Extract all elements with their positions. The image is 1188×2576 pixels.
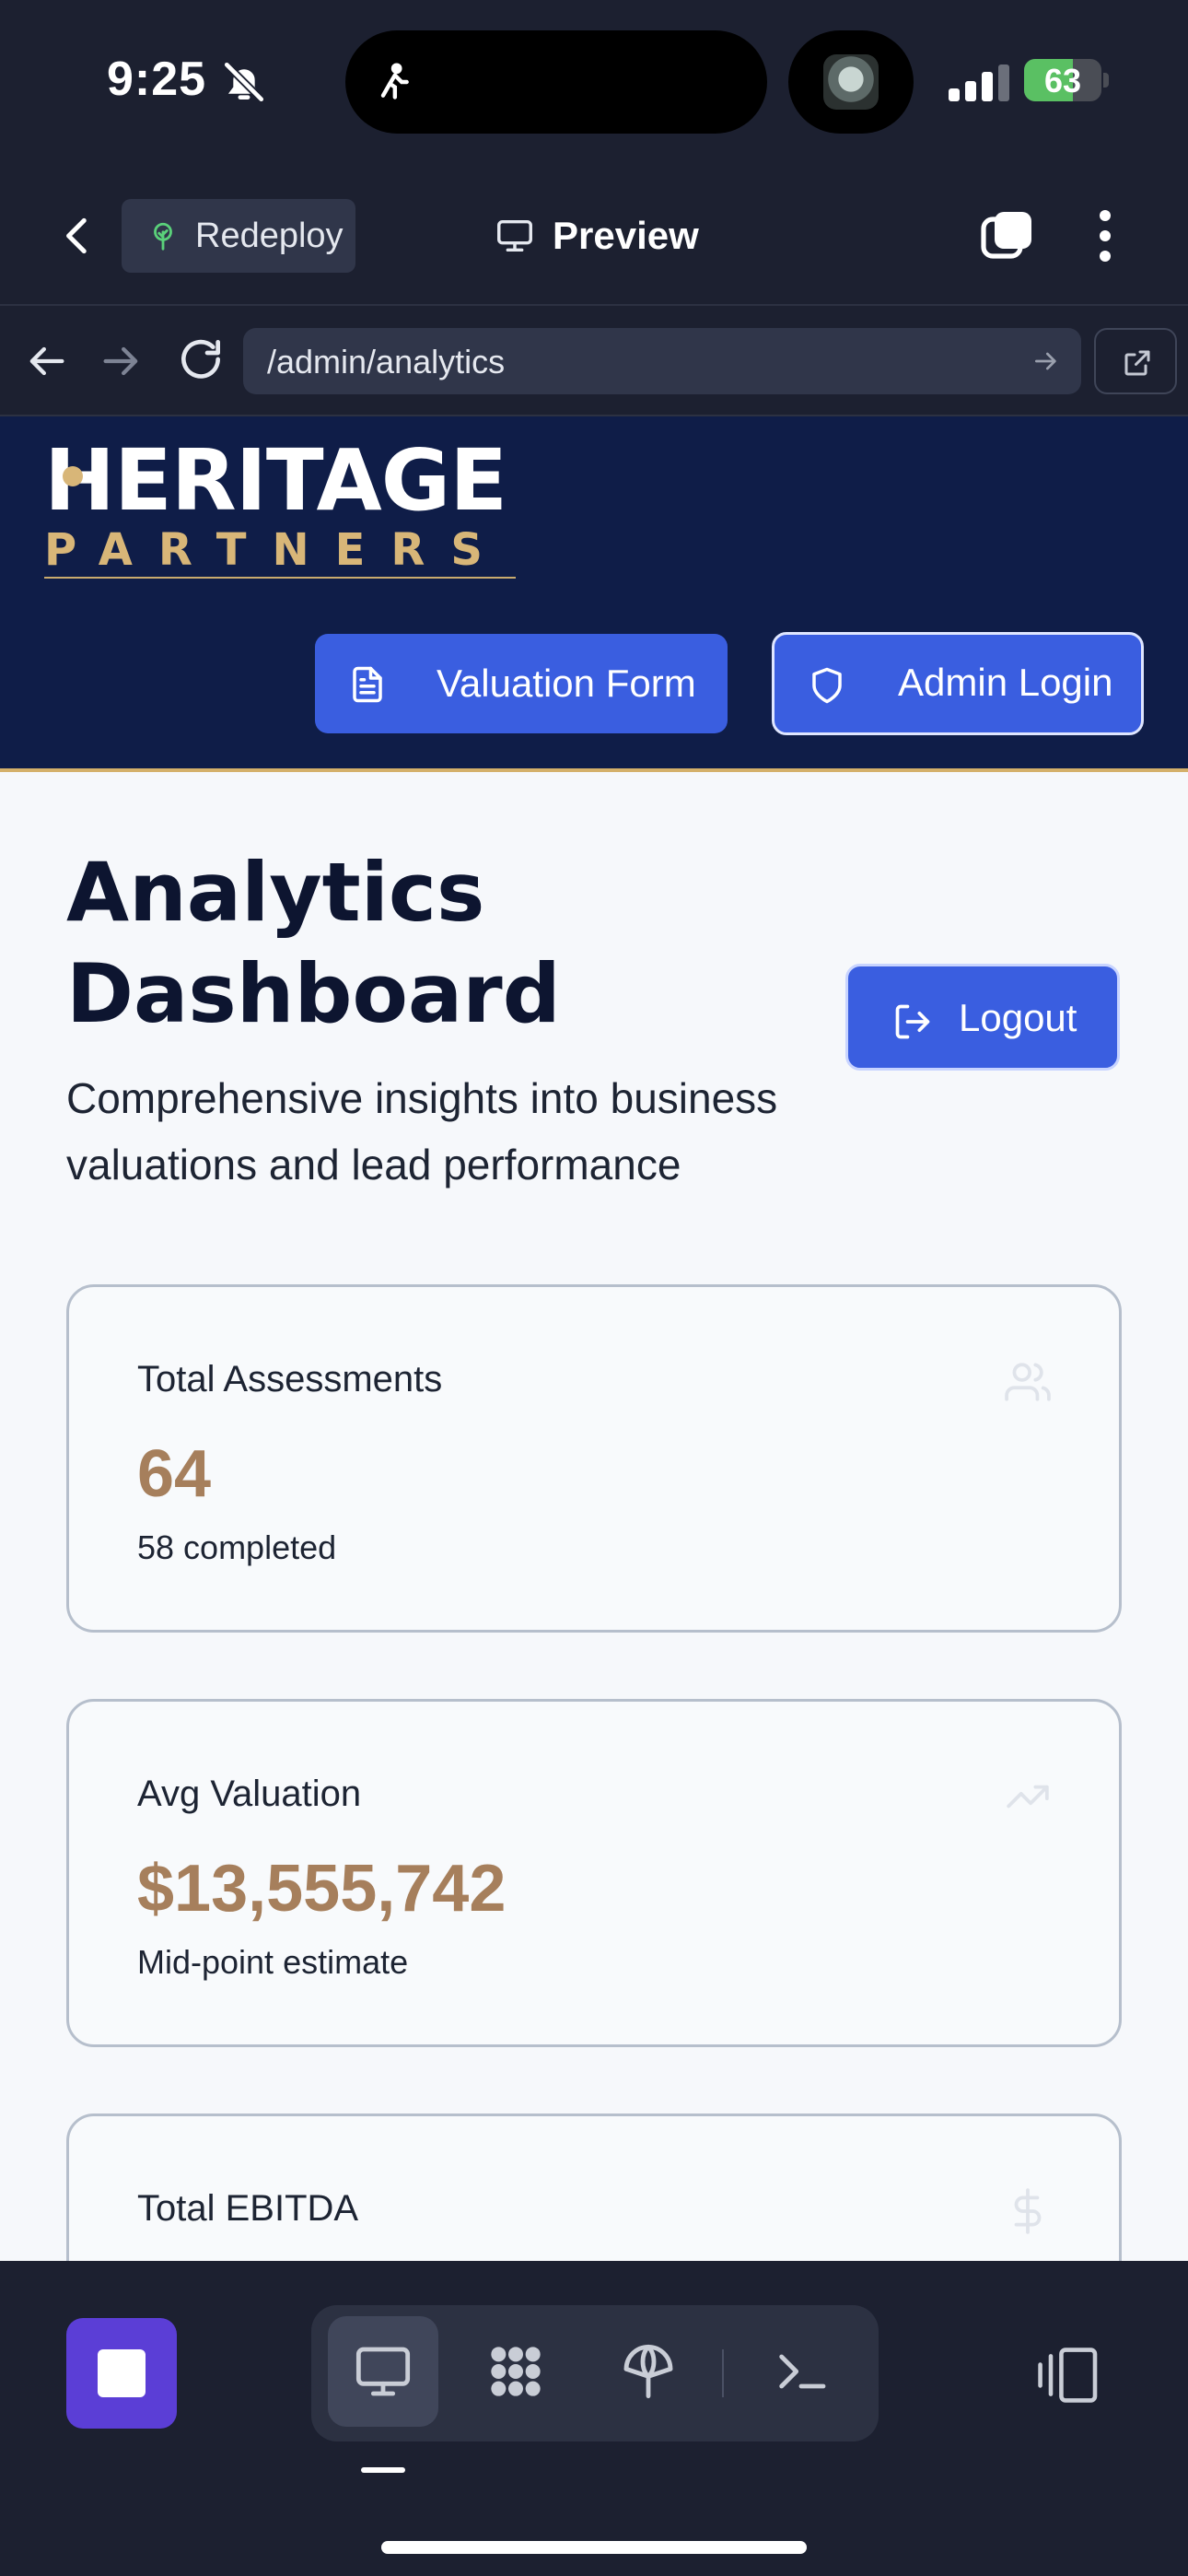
battery-icon: 63 [1024,59,1109,101]
reload-icon[interactable] [175,334,227,385]
url-bar: /admin/analytics [0,306,1188,416]
bottom-toolbar [0,2261,1188,2576]
tree-icon [154,222,172,251]
logout-label: Logout [959,996,1077,1039]
card-subtext: 58 completed [137,1528,337,1566]
network-icon [623,2344,673,2399]
stop-button[interactable] [66,2318,177,2429]
status-bar: 9:25 63 [0,0,1188,166]
url-text: /admin/analytics [267,343,506,381]
monitor-icon [497,219,532,252]
admin-login-label: Admin Login [898,661,1113,704]
battery-tip [1103,73,1109,88]
heritage-partners-logo[interactable]: HERITAGE PARTNERS [44,431,516,579]
card-label: Total Assessments [137,1359,443,1399]
card-label: Avg Valuation [137,1774,362,1814]
users-icon [1005,1363,1051,1401]
dollar-icon [1014,2188,1042,2234]
tool-preview[interactable] [328,2316,438,2427]
stat-card-total-assessments: Total Assessments 64 58 completed [66,1284,1122,1633]
logout-button[interactable]: Logout [845,964,1120,1071]
status-time: 9:25 [107,53,207,106]
tool-terminal[interactable] [746,2316,856,2427]
more-vertical-icon[interactable] [1089,206,1122,265]
arrow-right-icon[interactable] [98,337,146,385]
shield-icon [812,667,842,704]
admin-login-button[interactable]: Admin Login [772,632,1144,735]
walking-icon [380,63,409,100]
stat-card-avg-valuation: Avg Valuation $13,555,742 Mid-point esti… [66,1699,1122,2047]
active-tool-indicator [361,2467,405,2473]
logout-icon [895,1004,930,1039]
card-value: 64 [137,1437,212,1511]
tool-network[interactable] [593,2316,704,2427]
valuation-form-button[interactable]: Valuation Form [315,634,728,733]
chevron-left-icon[interactable] [55,208,101,263]
preview-title: Preview [494,208,699,263]
preview-label: Preview [553,214,699,257]
logo-wordmark-top: HERITAGE [44,431,507,530]
terminal-icon [779,2354,826,2389]
tool-apps[interactable] [460,2316,571,2427]
card-value: $13,555,742 [137,1852,507,1926]
arrow-left-icon[interactable] [22,337,70,385]
tool-group [311,2305,879,2441]
page-title: Analytics Dashboard [66,845,561,1041]
signal-icon [949,64,1009,101]
redeploy-label: Redeploy [195,216,344,255]
apps-icon [491,2347,541,2396]
app-header: Redeploy Preview [0,166,1188,306]
avatar-image [823,54,879,110]
dynamic-island [345,30,767,134]
open-external-button[interactable] [1094,328,1177,394]
stop-icon [98,2349,146,2397]
dynamic-island-activity [788,30,914,134]
valuation-form-label: Valuation Form [437,662,696,705]
tabs-icon[interactable] [978,206,1037,265]
logo-accent-dot [63,466,83,486]
open-external-icon [1124,350,1150,376]
go-arrow-icon[interactable] [1031,346,1061,376]
battery-body: 63 [1024,59,1101,101]
home-indicator [381,2541,807,2554]
redeploy-button[interactable]: Redeploy [122,199,355,273]
document-icon [353,666,382,703]
logo-underline [44,577,516,579]
card-subtext: Mid-point estimate [137,1943,409,1981]
battery-percent: 63 [1043,62,1082,100]
trending-up-icon [1007,1785,1049,1809]
layout-icon[interactable] [1031,2346,1100,2405]
logo-wordmark-bottom: PARTNERS [44,524,508,576]
card-label: Total EBITDA [137,2188,359,2229]
url-input[interactable]: /admin/analytics [243,328,1081,394]
site-header: HERITAGE PARTNERS Valuation Form Admin L… [0,416,1188,772]
main-content: Analytics Dashboard Logout Comprehensive… [0,772,1188,2261]
stat-card-total-ebitda: Total EBITDA [66,2113,1122,2261]
page-subtitle: Comprehensive insights into business val… [66,1074,778,1188]
bell-slash-icon [223,61,265,103]
monitor-icon [355,2347,411,2396]
tool-separator [722,2349,724,2397]
